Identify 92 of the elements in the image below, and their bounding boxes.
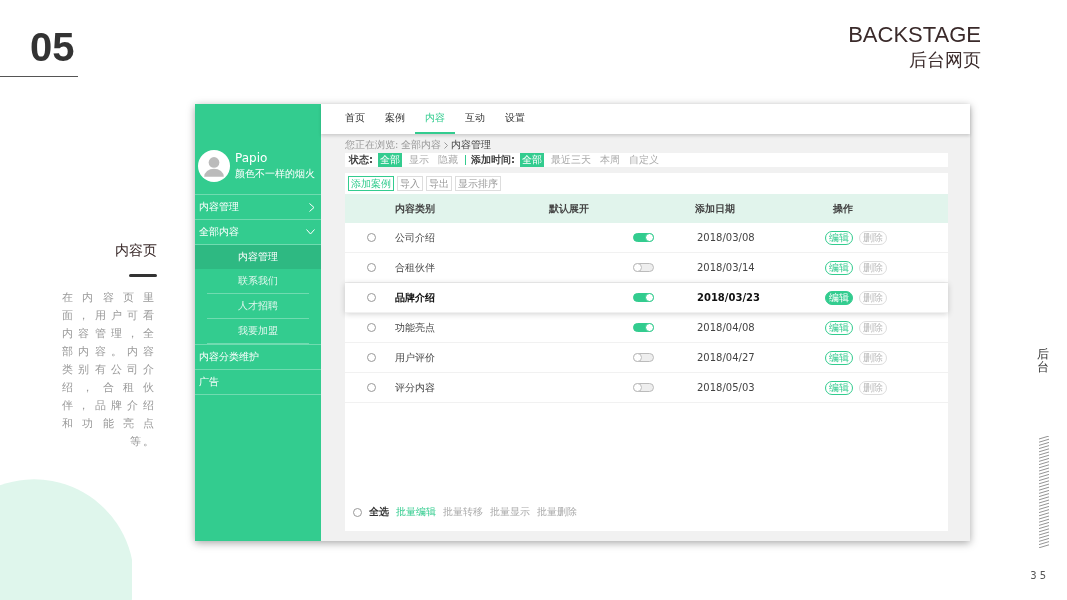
table-cell: 评分内容 [395,381,435,393]
bulk-action-link[interactable]: 批量删除 [537,505,577,519]
bulk-action-link[interactable]: 批量转移 [443,505,483,519]
column-header: 默认展开 [549,201,590,216]
slide-title: BACKSTAGE [848,22,981,48]
sidebar-subitem[interactable]: 人才招聘 [207,294,309,319]
table-cell: 2018/04/27 [697,352,755,363]
column-header: 添加日期 [695,201,736,216]
filter-label: 状态: [349,153,373,167]
profile-tagline: 颜色不一样的烟火 [235,167,315,181]
nav-tab[interactable]: 内容 [415,104,455,134]
edit-button[interactable]: 编辑 [825,230,853,245]
filter-option[interactable]: 显示 [407,153,431,167]
delete-button[interactable]: 删除 [859,230,887,245]
row-radio[interactable] [367,263,376,272]
sidebar-subitem[interactable]: 联系我们 [207,269,309,294]
filter-option[interactable]: 全部 [378,153,402,167]
nav-tab[interactable]: 首页 [335,104,375,134]
table-row[interactable]: 品牌介绍 2018/03/23 编辑 删除 [345,283,948,313]
toolbar-button[interactable]: 导入 [397,176,423,191]
column-header: 操作 [833,201,854,216]
table-cell: 功能亮点 [395,321,435,333]
table-cell: 2018/03/08 [697,232,755,243]
select-all-radio[interactable] [353,507,362,517]
table-row[interactable]: 合租伙伴 2018/03/14 编辑 删除 [345,253,948,283]
sidebar-item[interactable]: 内容管理 [195,195,321,220]
toggle-switch[interactable] [633,263,654,272]
title-dash [129,274,157,277]
edit-button[interactable]: 编辑 [825,350,853,365]
table-cell: 2018/04/08 [697,322,755,333]
profile-name: Papio [235,151,269,165]
chevron-right-icon [444,141,449,149]
row-radio[interactable] [367,323,376,332]
row-radio[interactable] [367,293,376,302]
table-row[interactable]: 功能亮点 2018/04/08 编辑 删除 [345,313,948,343]
toolbar-button[interactable]: 添加案例 [348,176,394,191]
nav-tab[interactable]: 设置 [495,104,535,134]
toolbar-button[interactable]: 显示排序 [455,176,501,191]
toggle-switch[interactable] [633,293,654,302]
select-all-label[interactable]: 全选 [369,505,389,519]
avatar-icon [198,150,230,182]
row-radio[interactable] [367,383,376,392]
sidebar-item[interactable]: 广告 [195,370,321,395]
bulk-action-link[interactable]: 批量显示 [490,505,530,519]
toolbar-button[interactable]: 导出 [426,176,452,191]
delete-button[interactable]: 删除 [859,290,887,305]
nav-tab[interactable]: 案例 [375,104,415,134]
delete-button[interactable]: 删除 [859,260,887,275]
sidebar-subitem[interactable]: 我要加盟 [207,319,309,344]
edit-button[interactable]: 编辑 [825,380,853,395]
delete-button[interactable]: 删除 [859,350,887,365]
row-radio[interactable] [367,233,376,242]
breadcrumb-label: 您正在浏览: [345,138,399,152]
table-row[interactable]: 评分内容 2018/05/03 编辑 删除 [345,373,948,403]
section-description: 在内容页里面，用户可看内容管理，全部内容。内容类别有公司介绍，合租伙伴，品牌介绍和功能亮点等。 [62,290,157,450]
slide-number: 05 [29,24,76,71]
nav-tab[interactable]: 互动 [455,104,495,134]
edit-button[interactable]: 编辑 [825,290,853,305]
edit-button[interactable]: 编辑 [825,260,853,275]
row-radio[interactable] [367,353,376,362]
filter-option[interactable]: 全部 [520,153,544,167]
table-row[interactable]: 公司介绍 2018/03/08 编辑 删除 [345,223,948,253]
breadcrumb-link[interactable]: 全部内容 [401,138,442,152]
table-row[interactable]: 用户评价 2018/04/27 编辑 删除 [345,343,948,373]
table-cell: 品牌介绍 [395,291,435,303]
page-number: 35 [1030,570,1049,582]
sidebar-subitem[interactable]: 内容管理 [195,245,321,269]
table-cell: 公司介绍 [395,231,435,243]
table-cell: 2018/03/23 [697,292,760,303]
breadcrumb-link[interactable]: 内容管理 [451,138,492,152]
table-cell: 2018/05/03 [697,382,755,393]
table-cell: 2018/03/14 [697,262,755,273]
table-cell: 用户评价 [395,351,435,363]
toggle-switch[interactable] [633,383,654,392]
filter-option[interactable]: 最近三天 [549,153,593,167]
filter-option[interactable]: 隐藏 [436,153,460,167]
toggle-switch[interactable] [633,233,654,242]
bulk-action-link[interactable]: 批量编辑 [396,505,436,519]
delete-button[interactable]: 删除 [859,380,887,395]
edit-button[interactable]: 编辑 [825,320,853,335]
toggle-switch[interactable] [633,323,654,332]
delete-button[interactable]: 删除 [859,320,887,335]
filter-option[interactable]: 本周 [598,153,622,167]
side-label: 后台 [1037,348,1049,375]
column-header: 内容类别 [395,201,436,216]
filter-option[interactable]: 自定义 [627,153,661,167]
table-cell: 合租伙伴 [395,261,435,273]
sidebar-item[interactable]: 内容分类维护 [195,345,321,370]
toggle-switch[interactable] [633,353,654,362]
section-title: 内容页 [115,242,157,260]
slide-subtitle: 后台网页 [909,48,981,72]
filter-label: 添加时间: [471,153,515,167]
